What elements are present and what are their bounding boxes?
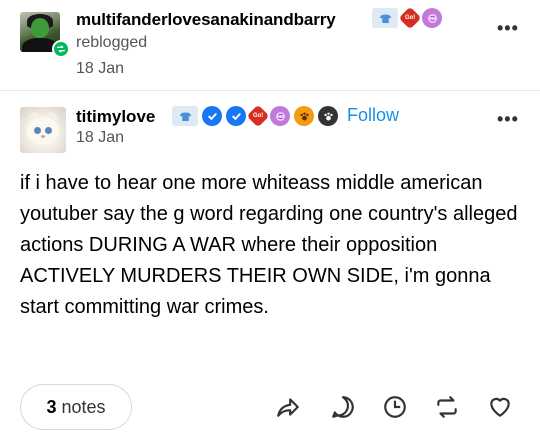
reblog-indicator-icon <box>52 40 70 58</box>
brain-badge-icon[interactable] <box>422 8 442 28</box>
share-icon[interactable] <box>274 393 302 421</box>
later-icon[interactable] <box>381 393 409 421</box>
reblog-icon[interactable] <box>433 393 461 421</box>
blue-check-badge-icon[interactable] <box>202 106 222 126</box>
brain-badge-icon[interactable] <box>270 106 290 126</box>
follow-button[interactable]: Follow <box>347 105 399 126</box>
reply-icon[interactable] <box>329 393 357 421</box>
reblogger-badges: Go! <box>372 6 442 30</box>
notes-count: 3 <box>46 396 57 417</box>
reblog-header: multifanderlovesanakinandbarry Go! reblo… <box>0 0 540 90</box>
red-badge-icon[interactable]: Go! <box>398 6 422 30</box>
tshirt-badge-icon[interactable] <box>172 106 198 126</box>
post-header: titimylove Go! Follow 18 Jan ••• <box>0 91 540 161</box>
notes-label: notes <box>61 396 106 417</box>
notes-button[interactable]: 3 notes <box>20 384 132 430</box>
reblogged-label: reblogged <box>76 34 148 51</box>
reblog-date[interactable]: 18 Jan <box>76 60 124 78</box>
author-avatar[interactable] <box>20 107 66 153</box>
dark-paw-badge-icon[interactable] <box>318 106 338 126</box>
more-options-icon[interactable]: ••• <box>497 18 519 39</box>
red-badge-icon[interactable]: Go! <box>246 104 270 128</box>
like-icon[interactable] <box>486 393 514 421</box>
blue-check-badge-icon[interactable] <box>226 106 246 126</box>
post-date[interactable]: 18 Jan <box>76 129 124 147</box>
author-username[interactable]: titimylove <box>76 107 155 127</box>
author-badges: Go! <box>172 104 338 128</box>
orange-paw-badge-icon[interactable] <box>294 106 314 126</box>
reblogger-avatar[interactable] <box>20 12 70 58</box>
reblogger-username[interactable]: multifanderlovesanakinandbarry <box>76 10 336 30</box>
post-body-text: if i have to hear one more whiteass midd… <box>20 172 518 318</box>
tshirt-badge-icon[interactable] <box>372 8 398 28</box>
more-options-icon[interactable]: ••• <box>497 109 519 130</box>
